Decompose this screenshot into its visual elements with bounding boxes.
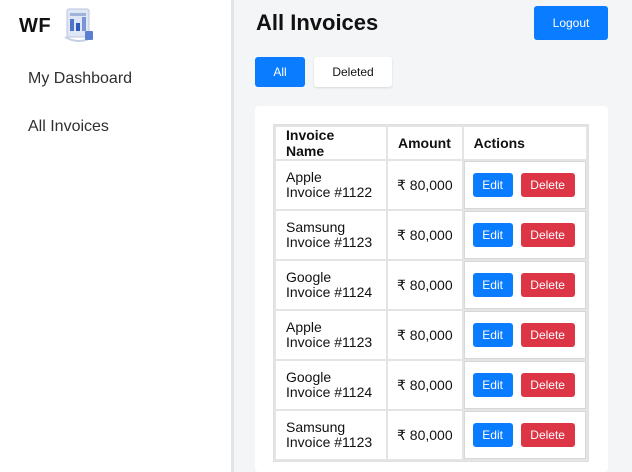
actions-cell: Edit Delete <box>463 211 586 259</box>
actions-cell: Edit Delete <box>463 161 586 209</box>
main-content: All Invoices Logout All Deleted Invoice … <box>237 0 632 472</box>
delete-button[interactable]: Delete <box>520 273 575 297</box>
table-row: Apple Invoice #1122 ₹ 80,000 Edit Delete <box>276 161 586 209</box>
invoice-number: Invoice #1122 <box>286 184 373 200</box>
brand-text: WF <box>19 14 52 37</box>
invoice-number: Invoice #1123 <box>286 434 373 450</box>
table-row: Samsung Invoice #1123 ₹ 80,000 Edit Dele… <box>276 211 586 259</box>
invoice-name-cell: Samsung Invoice #1123 <box>276 411 386 459</box>
column-header-amount: Amount <box>388 127 462 159</box>
column-header-invoice-name: Invoice Name <box>276 127 386 159</box>
invoice-amount: ₹ 80,000 <box>388 261 462 309</box>
page-title: All Invoices <box>256 10 379 35</box>
app-logo-icon <box>63 7 95 45</box>
invoice-company: Google <box>286 269 332 285</box>
invoice-name-cell: Google Invoice #1124 <box>276 361 386 409</box>
invoice-company: Samsung <box>286 419 346 435</box>
delete-button[interactable]: Delete <box>520 373 575 397</box>
invoice-amount: ₹ 80,000 <box>388 361 462 409</box>
invoice-number: Invoice #1124 <box>286 384 373 400</box>
actions-cell: Edit Delete <box>463 411 586 459</box>
sidebar: WF My Dashboard All Invoices <box>0 0 234 472</box>
actions-cell: Edit Delete <box>463 261 586 309</box>
table-row: Samsung Invoice #1123 ₹ 80,000 Edit Dele… <box>276 411 586 459</box>
edit-button[interactable]: Edit <box>472 273 513 297</box>
edit-button[interactable]: Edit <box>472 223 513 247</box>
sidebar-item-my-dashboard[interactable]: My Dashboard <box>28 69 132 117</box>
invoice-amount: ₹ 80,000 <box>388 211 462 259</box>
sidebar-nav: My Dashboard All Invoices <box>28 69 132 165</box>
invoice-filter-tabs: All Deleted <box>255 57 392 87</box>
invoice-company: Apple <box>286 319 322 335</box>
invoices-card: Invoice Name Amount Actions Apple Invoic… <box>255 106 608 472</box>
invoice-number: Invoice #1123 <box>286 334 373 350</box>
table-row: Google Invoice #1124 ₹ 80,000 Edit Delet… <box>276 261 586 309</box>
invoice-name-cell: Apple Invoice #1123 <box>276 311 386 359</box>
invoice-amount: ₹ 80,000 <box>388 311 462 359</box>
invoice-name-cell: Samsung Invoice #1123 <box>276 211 386 259</box>
invoice-amount: ₹ 80,000 <box>388 411 462 459</box>
invoice-number: Invoice #1123 <box>286 234 373 250</box>
invoice-name-cell: Google Invoice #1124 <box>276 261 386 309</box>
brand[interactable]: WF <box>19 7 95 45</box>
edit-button[interactable]: Edit <box>472 323 513 347</box>
table-row: Apple Invoice #1123 ₹ 80,000 Edit Delete <box>276 311 586 359</box>
actions-cell: Edit Delete <box>463 311 586 359</box>
delete-button[interactable]: Delete <box>520 423 575 447</box>
delete-button[interactable]: Delete <box>520 223 575 247</box>
table-row: Google Invoice #1124 ₹ 80,000 Edit Delet… <box>276 361 586 409</box>
edit-button[interactable]: Edit <box>472 423 513 447</box>
invoice-name-cell: Apple Invoice #1122 <box>276 161 386 209</box>
invoice-company: Google <box>286 369 332 385</box>
edit-button[interactable]: Edit <box>472 173 513 197</box>
tab-all[interactable]: All <box>255 57 305 87</box>
invoice-company: Apple <box>286 169 322 185</box>
sidebar-item-all-invoices[interactable]: All Invoices <box>28 117 132 165</box>
table-header-row: Invoice Name Amount Actions <box>276 127 586 159</box>
tab-deleted[interactable]: Deleted <box>314 57 392 87</box>
invoice-company: Samsung <box>286 219 346 235</box>
logout-button[interactable]: Logout <box>534 6 608 40</box>
invoice-amount: ₹ 80,000 <box>388 161 462 209</box>
delete-button[interactable]: Delete <box>520 323 575 347</box>
delete-button[interactable]: Delete <box>520 173 575 197</box>
invoices-table: Invoice Name Amount Actions Apple Invoic… <box>273 124 589 462</box>
actions-cell: Edit Delete <box>463 361 586 409</box>
edit-button[interactable]: Edit <box>472 373 513 397</box>
column-header-actions: Actions <box>463 127 586 159</box>
invoice-number: Invoice #1124 <box>286 284 373 300</box>
